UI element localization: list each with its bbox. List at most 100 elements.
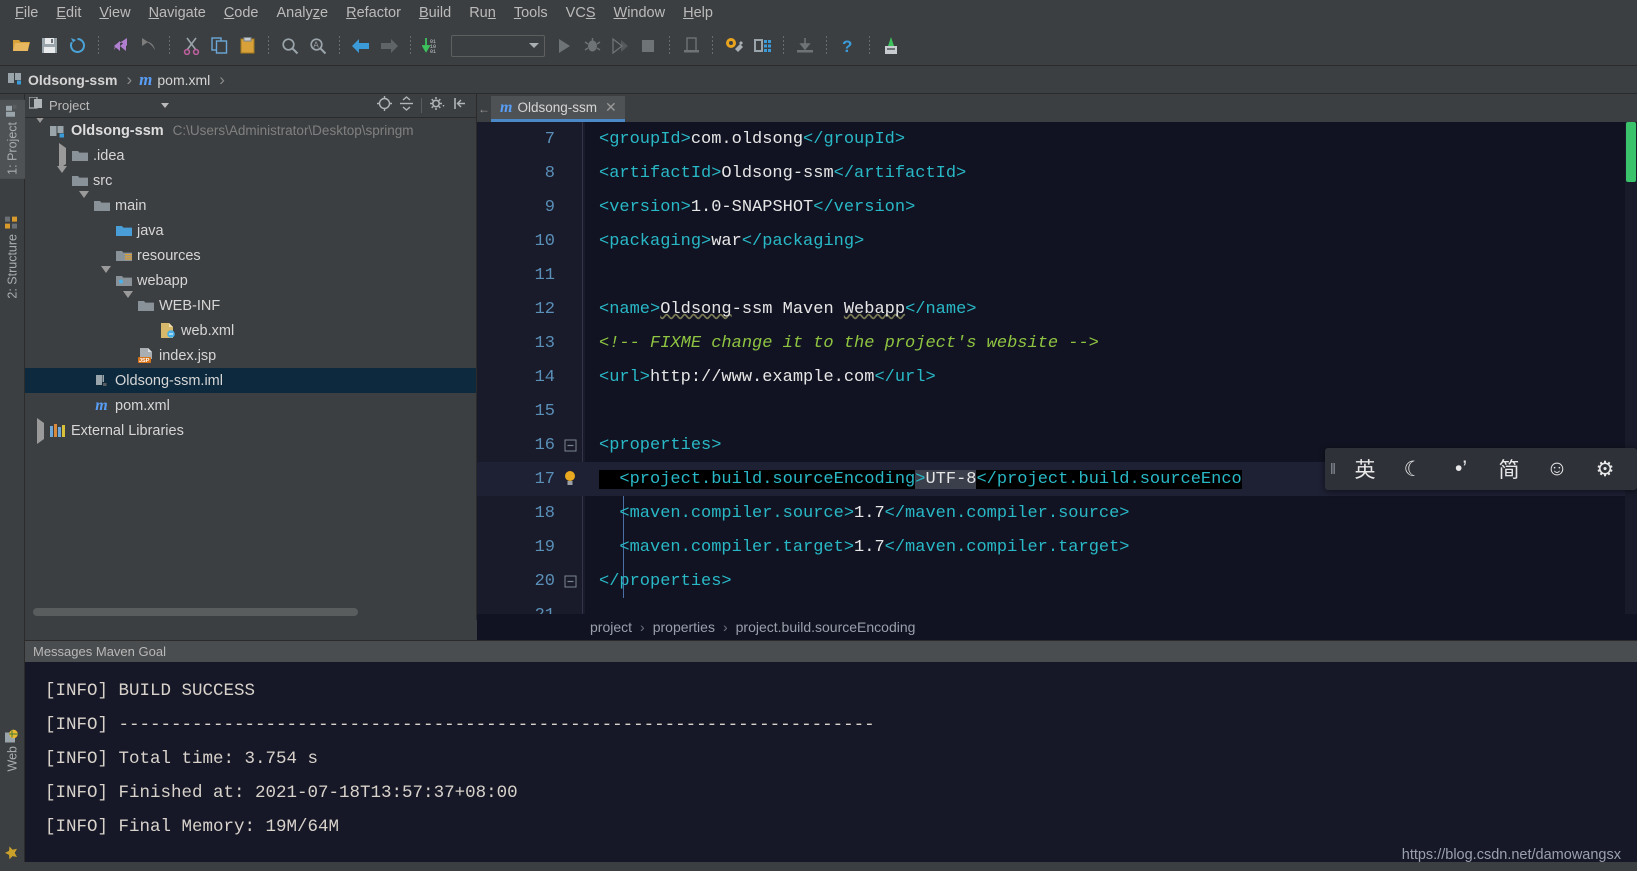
- fold-collapse-icon[interactable]: [555, 439, 585, 452]
- code-line-15[interactable]: 15: [477, 394, 1637, 428]
- paste-icon[interactable]: [234, 33, 260, 59]
- tree-item-java[interactable]: java: [25, 218, 476, 243]
- menu-item-tools[interactable]: Tools: [505, 2, 557, 24]
- editor-scrollbar-thumb[interactable]: [1626, 122, 1636, 182]
- code-line-8[interactable]: 8 <artifactId>Oldsong-ssm</artifactId>: [477, 156, 1637, 190]
- breadcrumb-project[interactable]: Oldsong-ssm: [8, 71, 117, 88]
- debug-icon[interactable]: [579, 33, 605, 59]
- tree-item-web-inf[interactable]: WEB-INF: [25, 290, 476, 318]
- code-line-7[interactable]: 7 <groupId>com.oldsong</groupId>: [477, 122, 1637, 156]
- run-configuration-selector[interactable]: [451, 34, 545, 57]
- editor-breadcrumb-item[interactable]: project: [590, 619, 632, 635]
- breadcrumb-file[interactable]: m pom.xml: [139, 70, 210, 90]
- editor-vertical-scrollbar[interactable]: [1625, 122, 1637, 640]
- collapse-all-icon[interactable]: [399, 95, 414, 116]
- project-horizontal-scrollbar[interactable]: [33, 608, 358, 616]
- locate-icon[interactable]: [377, 95, 392, 116]
- redo-icon[interactable]: [135, 33, 161, 59]
- menu-item-view[interactable]: View: [90, 2, 139, 24]
- menu-item-analyze[interactable]: Analyze: [268, 2, 338, 24]
- code-line-14[interactable]: 14 <url>http://www.example.com</url>: [477, 360, 1637, 394]
- tree-item-external-libraries[interactable]: External Libraries: [25, 417, 476, 444]
- tree-item-webapp[interactable]: webapp: [25, 265, 476, 293]
- project-tree[interactable]: Oldsong-ssm C:\Users\Administrator\Deskto…: [25, 118, 476, 606]
- stop-icon[interactable]: [635, 33, 661, 59]
- menu-item-help[interactable]: Help: [674, 2, 722, 24]
- close-icon[interactable]: ✕: [605, 99, 617, 116]
- code-line-12[interactable]: 12 <name>Oldsong-ssm Maven Webapp</name>: [477, 292, 1637, 326]
- hide-icon[interactable]: [453, 96, 468, 116]
- menu-item-code[interactable]: Code: [215, 2, 268, 24]
- code-line-18[interactable]: 18 <maven.compiler.source>1.7</maven.com…: [477, 496, 1637, 530]
- menu-item-vcs[interactable]: VCS: [557, 2, 605, 24]
- close-tool-icon[interactable]: [678, 33, 704, 59]
- tree-twisty-expanded-icon[interactable]: [31, 118, 49, 139]
- compile-icon[interactable]: 01 10 01: [419, 33, 445, 59]
- code-line-10[interactable]: 10 <packaging>war</packaging>: [477, 224, 1637, 258]
- code-line-11[interactable]: 11: [477, 258, 1637, 292]
- undo-icon[interactable]: [107, 33, 133, 59]
- menu-item-window[interactable]: Window: [605, 2, 675, 24]
- save-all-icon[interactable]: [36, 33, 62, 59]
- intention-bulb-icon[interactable]: [555, 470, 585, 488]
- menu-item-navigate[interactable]: Navigate: [140, 2, 215, 24]
- editor-breadcrumb-item[interactable]: project.build.sourceEncoding: [736, 619, 916, 635]
- replace-icon[interactable]: A: [305, 33, 331, 59]
- tree-item-src[interactable]: src: [25, 165, 476, 193]
- update-project-icon[interactable]: [792, 33, 818, 59]
- tab-scroll-left-icon[interactable]: ←: [477, 102, 491, 122]
- tree-item-pom-xml[interactable]: m pom.xml: [25, 393, 476, 418]
- ime-floating-toolbar[interactable]: ‖ 英 ☾ •’ 简 ☺ ⚙: [1325, 448, 1637, 490]
- menu-item-edit[interactable]: Edit: [47, 2, 90, 24]
- code-line-19[interactable]: 19 <maven.compiler.target>1.7</maven.com…: [477, 530, 1637, 564]
- tree-item-main[interactable]: main: [25, 190, 476, 218]
- fold-expand-icon[interactable]: [555, 575, 585, 588]
- menu-item-run[interactable]: Run: [460, 2, 505, 24]
- simplified-chinese-icon[interactable]: 简: [1485, 454, 1533, 484]
- tree-twisty-expanded-icon[interactable]: [53, 165, 71, 189]
- tree-item-oldsong-ssm-iml[interactable]: Oldsong-ssm.iml: [25, 368, 476, 393]
- tree-twisty-expanded-icon[interactable]: [119, 290, 137, 314]
- forward-icon[interactable]: [376, 33, 402, 59]
- drag-grip-icon[interactable]: ‖: [1325, 461, 1341, 478]
- cut-icon[interactable]: [178, 33, 204, 59]
- tree-twisty-collapsed-icon[interactable]: [31, 417, 49, 444]
- editor-tab-oldsong-ssm[interactable]: m Oldsong-ssm ✕: [491, 96, 625, 122]
- emoji-icon[interactable]: ☺: [1533, 457, 1581, 481]
- sync-icon[interactable]: [64, 33, 90, 59]
- tool-window-tab-structure[interactable]: 2: Structure: [0, 212, 25, 303]
- tree-item-web-xml[interactable]: web.xml: [25, 318, 476, 343]
- project-structure-icon[interactable]: [749, 33, 775, 59]
- maven-console-output[interactable]: [INFO] BUILD SUCCESS [INFO] -------------…: [25, 662, 1637, 871]
- editor-breadcrumb-item[interactable]: properties: [653, 619, 715, 635]
- open-folder-icon[interactable]: [8, 33, 34, 59]
- back-icon[interactable]: [348, 33, 374, 59]
- moon-mode-icon[interactable]: ☾: [1389, 457, 1437, 482]
- code-editor[interactable]: 7 <groupId>com.oldsong</groupId> 8 <artifac…: [477, 122, 1637, 640]
- menu-item-build[interactable]: Build: [410, 2, 460, 24]
- tree-item-oldsong-ssm[interactable]: Oldsong-ssm C:\Users\Administrator\Deskto…: [25, 118, 476, 143]
- chevron-down-icon[interactable]: [161, 103, 170, 108]
- menu-item-file[interactable]: File: [6, 2, 47, 24]
- tree-item-idea[interactable]: .idea: [25, 142, 476, 169]
- tree-twisty-collapsed-icon[interactable]: [53, 142, 71, 169]
- tool-window-tab-web[interactable]: Web: [0, 724, 25, 775]
- copy-icon[interactable]: [206, 33, 232, 59]
- language-mode-english[interactable]: 英: [1341, 454, 1389, 484]
- tree-item-index-jsp[interactable]: JSP index.jsp: [25, 343, 476, 368]
- code-line-20[interactable]: 20 </properties>: [477, 564, 1637, 598]
- menu-item-refactor[interactable]: Refactor: [337, 2, 410, 24]
- code-line-13[interactable]: 13 <!-- FIXME change it to the project's …: [477, 326, 1637, 360]
- help-icon[interactable]: ?: [835, 33, 861, 59]
- maven-icon[interactable]: [878, 33, 904, 59]
- gear-icon[interactable]: [429, 96, 446, 116]
- punctuation-mode-icon[interactable]: •’: [1437, 457, 1485, 481]
- tree-twisty-expanded-icon[interactable]: [97, 265, 115, 289]
- code-line-9[interactable]: 9 <version>1.0-SNAPSHOT</version>: [477, 190, 1637, 224]
- settings-gear-icon[interactable]: ⚙: [1581, 457, 1629, 482]
- find-icon[interactable]: [277, 33, 303, 59]
- settings-wrench-icon[interactable]: [721, 33, 747, 59]
- run-icon[interactable]: [551, 33, 577, 59]
- tool-window-tab-project[interactable]: 1: Project: [0, 100, 25, 179]
- coverage-icon[interactable]: [607, 33, 633, 59]
